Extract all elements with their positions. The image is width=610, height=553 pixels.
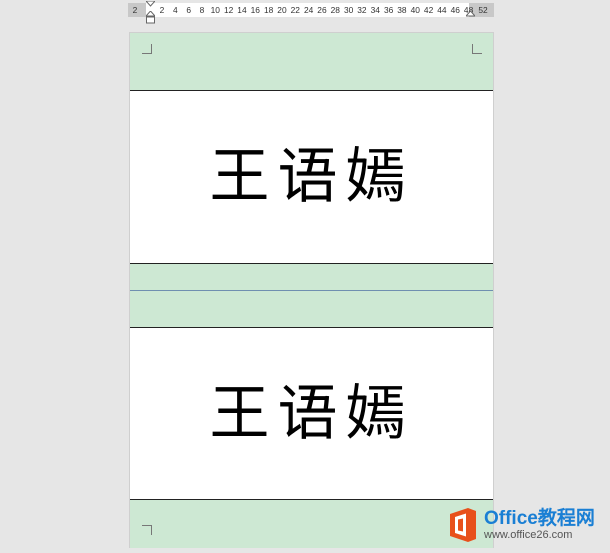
ruler-tick-label: 14 — [237, 5, 247, 15]
ruler-tick-label: 10 — [210, 5, 220, 15]
right-indent-marker[interactable] — [466, 11, 475, 17]
ruler-tick-label: 42 — [423, 5, 434, 15]
ruler-tick-label: 40 — [410, 5, 420, 15]
corner-mark-top-right — [472, 44, 482, 54]
name-card[interactable]: 王语嫣 — [130, 91, 493, 263]
corner-mark-top-left — [142, 44, 152, 54]
hanging-indent-marker[interactable] — [146, 11, 155, 25]
footer-band — [130, 499, 493, 548]
horizontal-ruler[interactable]: 2 52 2 4 6 8 10 12 14 16 18 20 22 24 26 28 30 32 34 36 38 4… — [128, 1, 494, 24]
ruler-tick-label: 18 — [263, 5, 274, 15]
ruler-ticks: 2 52 2 4 6 8 10 12 14 16 18 20 22 24 26 28 30 32 34 36 38 4… — [128, 4, 494, 16]
document-page[interactable]: 王语嫣 王语嫣 — [130, 33, 493, 548]
ruler-tick-label: 26 — [317, 5, 327, 15]
watermark: Office教程网 www.office26.com — [446, 505, 595, 545]
ruler-tick-label: 46 — [450, 5, 460, 15]
office-logo-icon — [446, 507, 480, 543]
card-name-text[interactable]: 王语嫣 — [210, 384, 414, 444]
ruler-tick-label: 30 — [343, 5, 354, 15]
card-name-text[interactable]: 王语嫣 — [210, 147, 414, 207]
ruler-tick-label: 2 — [159, 5, 165, 15]
ruler-tick-label: 24 — [303, 5, 314, 15]
ruler-tick-label: 38 — [397, 5, 407, 15]
name-card[interactable]: 王语嫣 — [130, 328, 493, 499]
ruler-left-value: 2 — [132, 5, 138, 15]
ruler-tick-label: 22 — [290, 5, 300, 15]
watermark-url: www.office26.com — [484, 529, 573, 541]
fold-band — [130, 263, 493, 328]
ruler-right-value: 52 — [478, 5, 488, 15]
ruler-tick-label: 44 — [437, 5, 447, 15]
corner-mark-bottom-left — [142, 525, 152, 535]
ruler-tick-label: 6 — [186, 5, 191, 15]
ruler-tick-label: 36 — [383, 5, 394, 15]
ruler-tick-label: 16 — [250, 5, 260, 15]
fold-line — [130, 290, 493, 291]
ruler-tick-label: 4 — [172, 5, 178, 15]
ruler-tick-label: 12 — [223, 5, 234, 15]
ruler-tick-label: 20 — [277, 5, 287, 15]
watermark-brand: Office教程网 — [484, 508, 595, 529]
ruler-tick-label: 8 — [199, 5, 205, 15]
first-line-indent-marker[interactable] — [146, 1, 155, 7]
ruler-tick-label: 34 — [370, 5, 380, 15]
ruler-tick-label: 28 — [330, 5, 340, 15]
ruler-tick-label: 32 — [357, 5, 367, 15]
header-band — [130, 33, 493, 91]
